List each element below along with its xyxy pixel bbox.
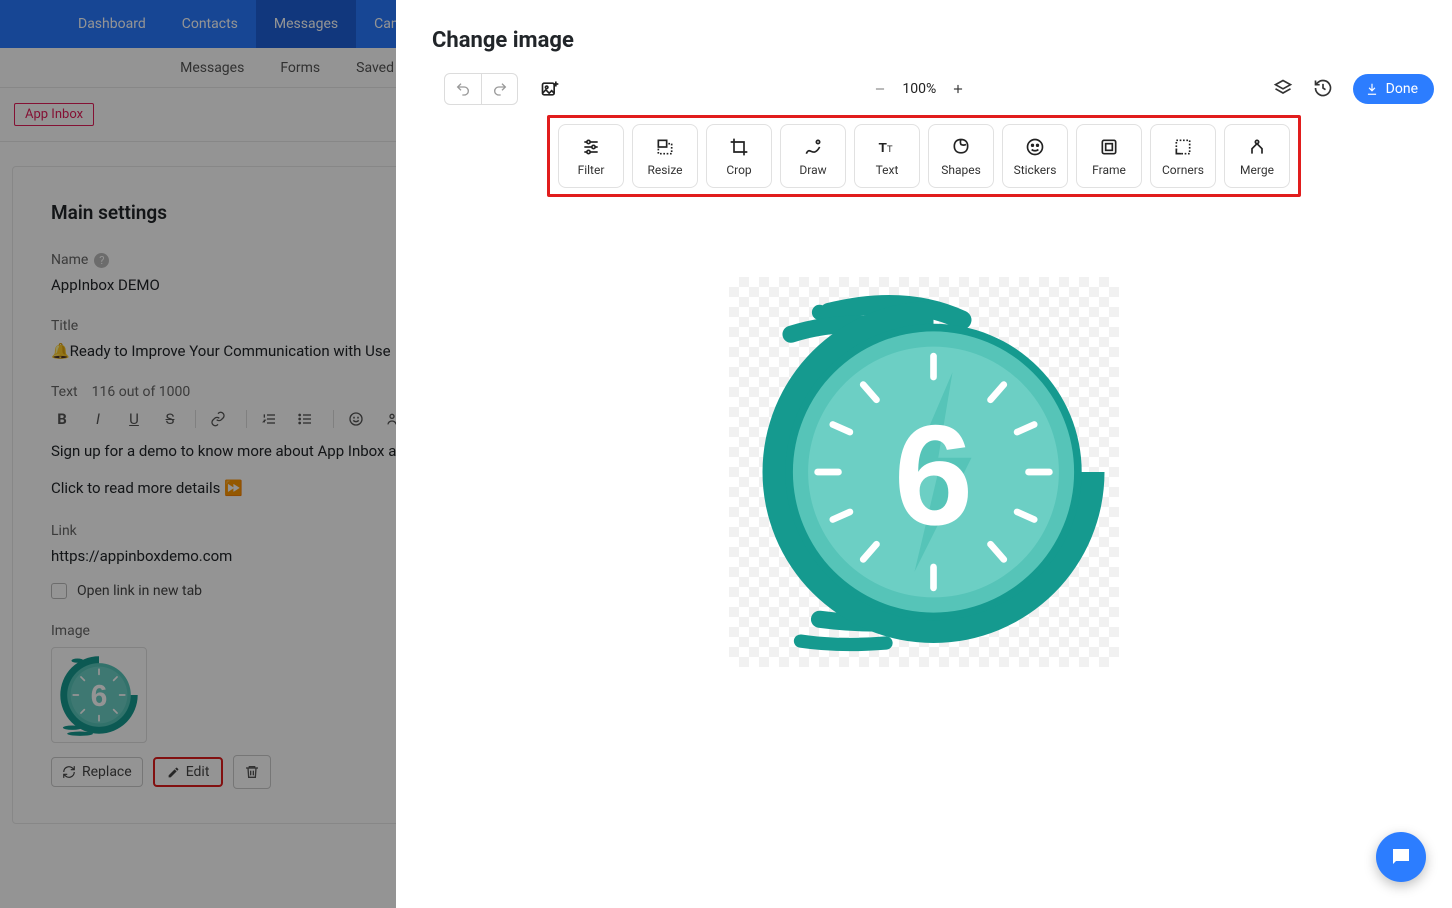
text-label: Text [51, 384, 78, 400]
tool-stickers[interactable]: Stickers [1002, 124, 1068, 188]
subnav-saved[interactable]: Saved [348, 60, 402, 76]
add-image-button[interactable] [534, 73, 566, 105]
chat-fab[interactable] [1376, 832, 1426, 882]
undo-button[interactable] [445, 74, 481, 104]
strike-button[interactable]: S [159, 410, 181, 428]
zoom-level: 100% [902, 81, 936, 97]
help-icon[interactable]: ? [94, 253, 109, 268]
clock-image: 6 [734, 282, 1114, 662]
svg-text:T: T [887, 144, 893, 154]
tool-frame[interactable]: Frame [1076, 124, 1142, 188]
tool-resize[interactable]: Resize [632, 124, 698, 188]
zoom-in-button[interactable] [948, 79, 968, 99]
redo-button[interactable] [481, 74, 517, 104]
edit-button[interactable]: Edit [153, 757, 224, 787]
nav-messages[interactable]: Messages [256, 0, 356, 48]
open-new-tab-label: Open link in new tab [77, 583, 202, 599]
editor-toolbar: 100% Done [396, 63, 1452, 115]
nav-contacts[interactable]: Contacts [164, 0, 256, 48]
subnav-messages[interactable]: Messages [172, 60, 252, 76]
italic-button[interactable]: I [87, 410, 109, 428]
corners-icon [1172, 136, 1194, 158]
filter-icon [580, 136, 602, 158]
replace-button[interactable]: Replace [51, 757, 143, 787]
text-icon: TT [876, 136, 898, 158]
crop-icon [728, 136, 750, 158]
shapes-icon [950, 136, 972, 158]
merge-icon [1246, 136, 1268, 158]
svg-text:T: T [879, 140, 887, 155]
tool-filter[interactable]: Filter [558, 124, 624, 188]
editor-canvas[interactable]: 6 [396, 197, 1452, 908]
svg-text:6: 6 [894, 396, 973, 555]
tool-draw[interactable]: Draw [780, 124, 846, 188]
delete-button[interactable] [233, 755, 271, 789]
emoji-button[interactable] [348, 411, 370, 427]
link-button[interactable] [210, 411, 232, 427]
done-button[interactable]: Done [1353, 74, 1434, 104]
ol-button[interactable] [261, 411, 283, 427]
nav-dashboard[interactable]: Dashboard [60, 0, 164, 48]
zoom-control: 100% [870, 79, 968, 99]
editor-title: Change image [396, 0, 1452, 63]
image-editor-panel: Change image 100% [396, 0, 1452, 908]
canvas-checker: 6 [729, 277, 1119, 667]
tool-row: Filter Resize Crop Draw TT Text [547, 115, 1301, 197]
frame-icon [1098, 136, 1120, 158]
tool-merge[interactable]: Merge [1224, 124, 1290, 188]
stickers-icon [1024, 136, 1046, 158]
ul-button[interactable] [297, 411, 319, 427]
zoom-out-button[interactable] [870, 79, 890, 99]
tool-crop[interactable]: Crop [706, 124, 772, 188]
undo-redo-group [444, 73, 518, 105]
subnav-forms[interactable]: Forms [272, 60, 328, 76]
tool-corners[interactable]: Corners [1150, 124, 1216, 188]
app-inbox-chip[interactable]: App Inbox [14, 103, 94, 126]
svg-text:6: 6 [91, 680, 108, 713]
tool-text[interactable]: TT Text [854, 124, 920, 188]
layers-icon[interactable] [1273, 78, 1295, 100]
draw-icon [802, 136, 824, 158]
tool-shapes[interactable]: Shapes [928, 124, 994, 188]
resize-icon [654, 136, 676, 158]
image-thumbnail[interactable]: 6 [51, 647, 147, 743]
history-icon[interactable] [1313, 78, 1335, 100]
underline-button[interactable]: U [123, 410, 145, 428]
open-new-tab-checkbox[interactable] [51, 583, 67, 599]
bold-button[interactable]: B [51, 410, 73, 428]
text-counter: 116 out of 1000 [92, 384, 191, 400]
